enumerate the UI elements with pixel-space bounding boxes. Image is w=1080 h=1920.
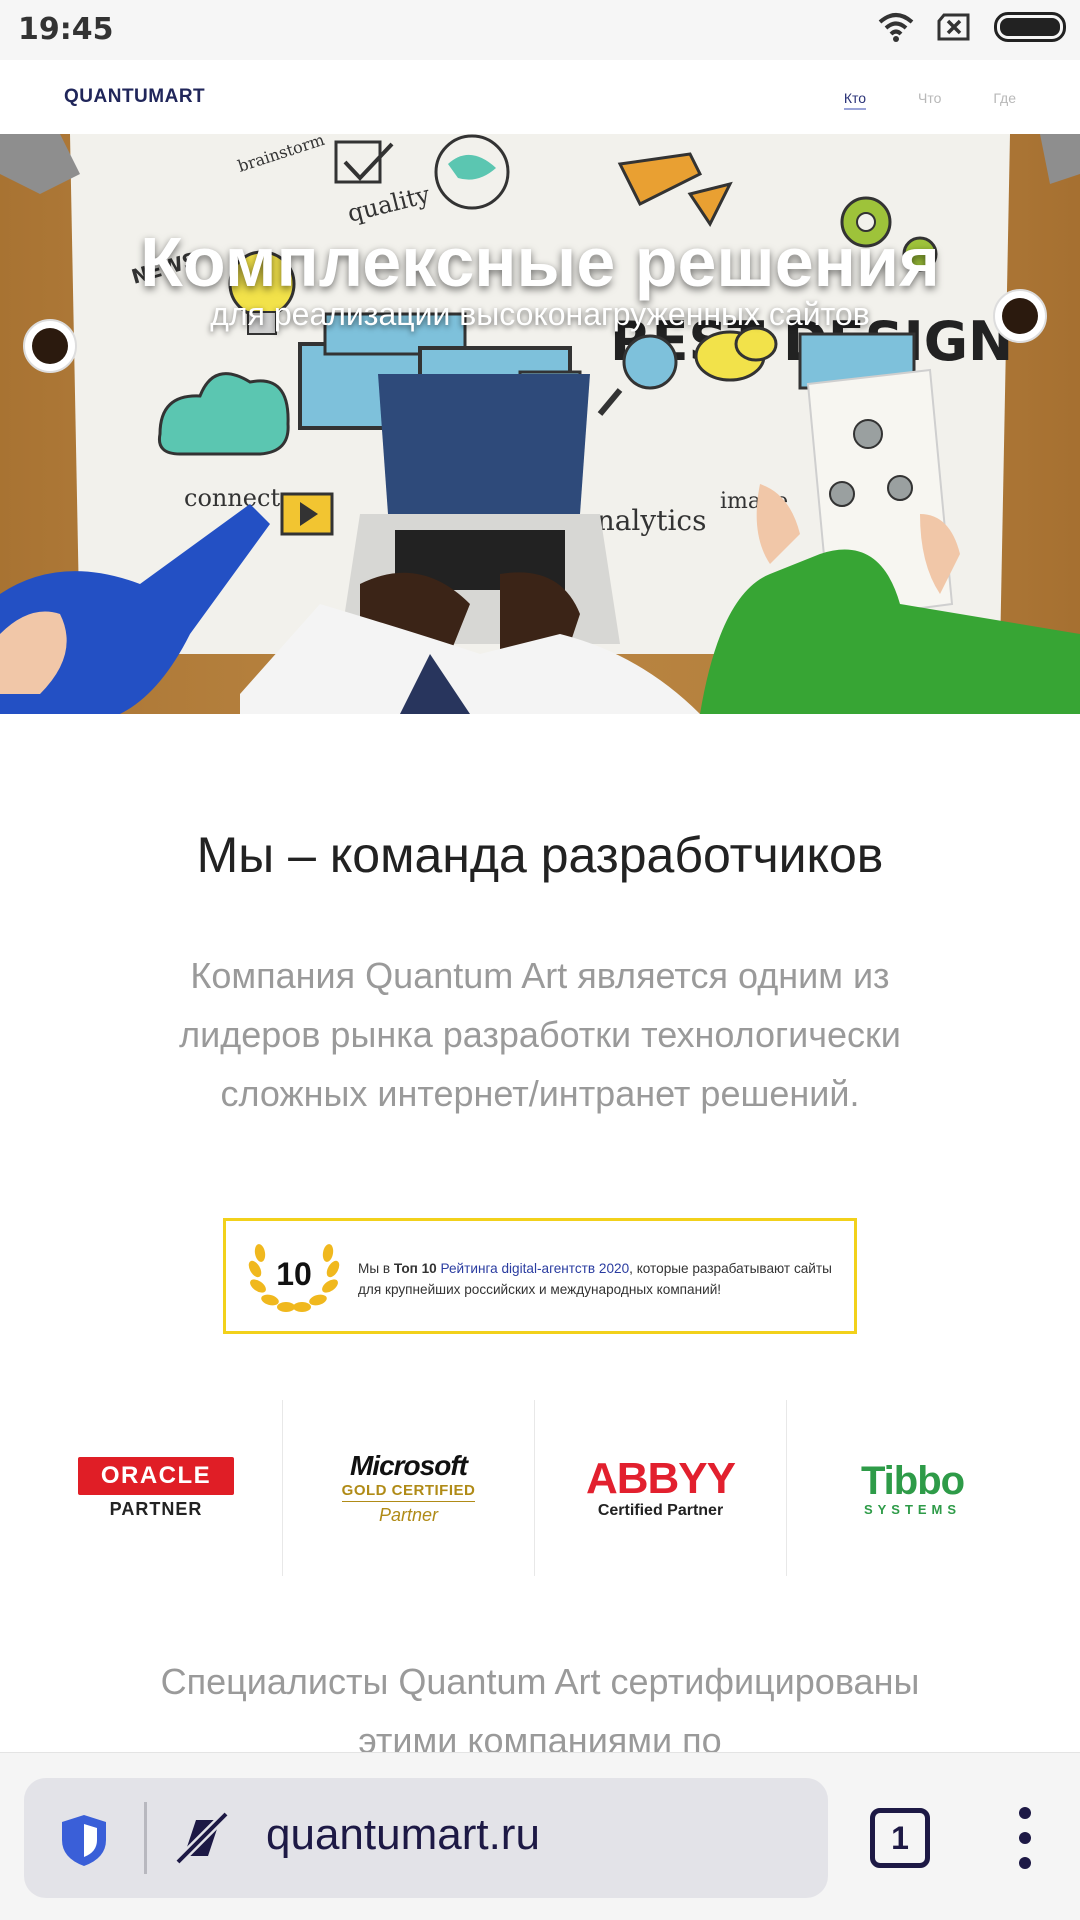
tibbo-sub: SYSTEMS	[863, 1501, 962, 1517]
abbyy-logo: ABBYY	[585, 1454, 736, 1503]
tabs-button[interactable]: 1	[870, 1808, 930, 1868]
partners-row: ORACLE PARTNER Microsoft GOLD CERTIFIED …	[0, 1400, 1080, 1576]
hero-subtitle: для реализации высоконагруженных сайтов	[210, 296, 870, 332]
award-text: Мы в Топ 10 Рейтинга digital-агентств 20…	[358, 1261, 832, 1297]
site-nav: Кто Что Где	[843, 90, 1016, 110]
nav-item-who[interactable]: Кто	[843, 90, 867, 110]
hero-illustration: quality brainstorm REST DESIGN connect	[0, 134, 1080, 714]
laurel-badge-icon: 10	[248, 1244, 340, 1312]
award-banner: 10 Мы в Топ 10 Рейтинга digital-агентств…	[223, 1218, 857, 1334]
status-icons	[878, 12, 1066, 42]
battery-icon	[994, 12, 1066, 42]
url-text[interactable]: quantumart.ru	[266, 1810, 540, 1860]
site-logo[interactable]: QUANTUMART	[64, 86, 205, 108]
site-header: QUANTUMART Кто Что Где	[0, 60, 1080, 134]
microsoft-gold: GOLD CERTIFIED	[341, 1482, 476, 1502]
award-rating-link[interactable]: Рейтинга digital-агентств 2020	[441, 1261, 630, 1276]
wifi-icon	[878, 13, 914, 42]
nav-item-where[interactable]: Где	[993, 90, 1016, 110]
screen: 19:45 QUANTUMART Кто Что Где quality bra…	[0, 0, 1080, 1920]
award-bold: Топ 10	[393, 1261, 437, 1276]
browser-toolbar: quantumart.ru 1	[0, 1752, 1080, 1920]
menu-button[interactable]	[1006, 1805, 1046, 1871]
address-divider	[144, 1802, 147, 1874]
oracle-logo: ORACLE	[78, 1456, 234, 1495]
partner-oracle[interactable]: ORACLE PARTNER	[30, 1400, 282, 1576]
doodle-text-connect: connect	[184, 484, 280, 512]
status-time: 19:45	[18, 12, 114, 47]
hero-banner: quality brainstorm REST DESIGN connect	[0, 134, 1080, 714]
shield-icon[interactable]	[58, 1812, 110, 1868]
microsoft-logo: Microsoft	[349, 1450, 468, 1481]
partner-tibbo[interactable]: Tibbo SYSTEMS	[786, 1400, 1038, 1576]
partner-abbyy[interactable]: ABBYY Certified Partner	[534, 1400, 786, 1576]
microsoft-partner: Partner	[378, 1505, 438, 1525]
no-sim-icon	[937, 13, 970, 41]
tibbo-logo: Tibbo	[860, 1458, 965, 1503]
abbyy-sub: Certified Partner	[597, 1502, 724, 1519]
section-title: Мы – команда разработчиков	[196, 827, 884, 883]
oracle-sub: PARTNER	[109, 1498, 203, 1519]
section-intro: Компания Quantum Art является одним из л…	[179, 955, 901, 1114]
hero-title: Комплексные решения	[140, 223, 940, 301]
nav-item-what[interactable]: Что	[918, 90, 941, 110]
partner-microsoft[interactable]: Microsoft GOLD CERTIFIED Partner	[282, 1400, 534, 1576]
tracker-blocked-icon[interactable]	[174, 1810, 230, 1866]
award-badge-number: 10	[276, 1256, 312, 1292]
status-bar: 19:45	[0, 0, 1080, 60]
address-bar[interactable]: quantumart.ru	[24, 1778, 828, 1898]
